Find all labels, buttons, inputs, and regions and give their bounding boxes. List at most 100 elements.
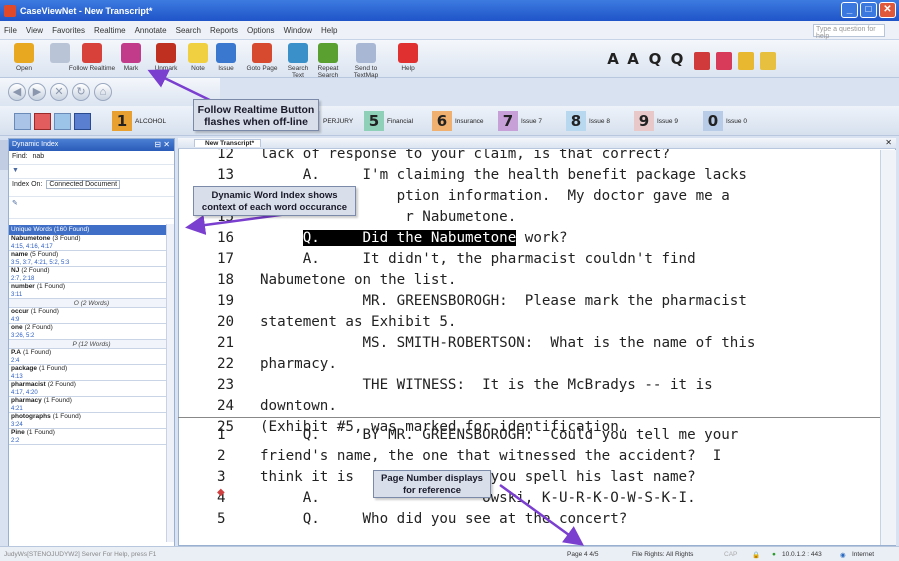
transcript-line[interactable]: 16 Q. Did the Nabumetone work? [179,228,881,249]
options-icon[interactable]: ✎ [12,200,18,207]
word-entry[interactable]: name (5 Found) [9,251,174,259]
issue-button-6[interactable]: 6 Insurance [432,110,484,132]
transcript-line[interactable]: 3 think it is you spell his last name? [179,467,881,488]
find-input[interactable]: nab [33,153,45,160]
font-tool-1-icon[interactable]: A [624,50,642,70]
transcript-line[interactable]: 2 friend's name, the one that witnessed t… [179,446,881,467]
shade-icon[interactable] [54,112,71,130]
help-search-input[interactable]: Type a question for help [813,24,885,40]
word-page-links[interactable]: 2:4 [9,357,174,365]
word-entry[interactable]: one (2 Found) [9,324,174,332]
issue-button-9[interactable]: 9 Issue 9 [634,110,678,132]
transcript-line[interactable]: 5 Q. Who did you see at the concert? [179,509,881,530]
eraser-icon[interactable] [716,52,732,70]
word-page-links[interactable]: 3:26, 5:2 [9,332,174,340]
index-scrollbar[interactable] [166,224,174,542]
search-text-button[interactable]: Search Text [282,43,314,79]
document-scrollbar[interactable] [880,150,896,545]
filter-icon[interactable]: ▼ [12,167,19,174]
index-on-select[interactable]: Connected Document [46,180,121,189]
word-entry[interactable]: Nabumetone (3 Found) [9,235,174,243]
font-tool-0-icon[interactable]: A [604,50,622,70]
transcript-line[interactable]: 17 A. It didn't, the pharmacist couldn't… [179,249,881,270]
menu-item-reports[interactable]: Reports [210,26,238,35]
word-page-links[interactable]: 2:2 [9,437,174,445]
repeat-search-button[interactable]: Repeat Search [312,43,344,79]
annotation-marker-icon[interactable]: ◆ [217,487,225,498]
menu-item-window[interactable]: Window [284,26,312,35]
menu-item-search[interactable]: Search [176,26,201,35]
help-button[interactable]: Help [392,43,424,72]
word-entry[interactable]: P.A (1 Found) [9,349,174,357]
menu-item-help[interactable]: Help [321,26,337,35]
close-button[interactable]: ✕ [879,2,896,18]
transcript-line[interactable]: 4 A. owski, K-U-R-K-O-W-S-K-I. [179,488,881,509]
menu-item-view[interactable]: View [26,26,43,35]
clipboard-icon[interactable] [738,52,754,70]
word-page-links[interactable]: 3:24 [9,421,174,429]
tab-new-transcript[interactable]: New Transcript* [194,139,262,147]
word-page-links[interactable]: 4:21 [9,405,174,413]
marker-icon[interactable] [34,112,51,130]
word-text: Nabumetone [11,235,51,242]
menu-item-file[interactable]: File [4,26,17,35]
report-icon[interactable] [760,52,776,70]
transcript-line[interactable]: 18 Nabumetone on the list. [179,270,881,291]
document-close-icon[interactable]: ✕ [885,138,892,147]
folder-button[interactable]: Open [8,43,40,72]
transcript-line[interactable]: 20 statement as Exhibit 5. [179,312,881,333]
word-entry[interactable]: package (1 Found) [9,365,174,373]
issue-button-7[interactable]: 7 Issue 7 [498,110,542,132]
goto-page-button[interactable]: Goto Page [246,43,278,72]
menu-item-favorites[interactable]: Favorites [52,26,85,35]
transcript-line[interactable]: 24 downtown. [179,396,881,417]
mark-button[interactable]: Mark [115,43,147,72]
word-page-links[interactable]: 4:9 [9,316,174,324]
menu-item-annotate[interactable]: Annotate [135,26,167,35]
menu-item-realtime[interactable]: Realtime [94,26,126,35]
refresh-icon[interactable]: ↻ [72,83,90,101]
transcript-line[interactable]: 1 Q. BY MR. GREENSBOROGH: Could you tell… [179,425,881,446]
back-icon[interactable]: ◀ [8,83,26,101]
forward-icon[interactable]: ▶ [28,83,46,101]
menu-item-options[interactable]: Options [247,26,275,35]
word-entry[interactable]: pharmacist (2 Found) [9,381,174,389]
stop-icon[interactable]: ✕ [50,83,68,101]
textmap-button[interactable]: Send to TextMap [350,43,382,79]
side-tab[interactable] [0,140,8,170]
unmark-button[interactable]: Unmark [150,43,182,72]
issue-button-5[interactable]: 5 Financial [364,110,413,132]
highlight-icon[interactable] [14,112,31,130]
word-page-links[interactable]: 4:13 [9,373,174,381]
panel-close-icon[interactable]: ⊟ ✕ [154,139,170,151]
word-page-links[interactable]: 3:11 [9,291,174,299]
home-icon[interactable]: ⌂ [94,83,112,101]
font-tool-2-icon[interactable]: Q [646,50,664,70]
word-entry[interactable]: NJ (2 Found) [9,267,174,275]
transcript-line[interactable]: 19 MR. GREENSBOROGH: Please mark the pha… [179,291,881,312]
pen-icon[interactable] [74,112,91,130]
transcript-line[interactable]: 21 MS. SMITH-ROBERTSON: What is the name… [179,333,881,354]
word-entry[interactable]: number (1 Found) [9,283,174,291]
word-entry[interactable]: Pine (1 Found) [9,429,174,437]
line-number: 3 [217,469,226,485]
issue-button-0[interactable]: 0 Issue 0 [703,110,747,132]
issue-button[interactable]: Issue [210,43,242,72]
issue-button-1[interactable]: 1 ALCOHOL [112,110,166,132]
transcript-line[interactable]: 22 pharmacy. [179,354,881,375]
word-entry[interactable]: pharmacy (1 Found) [9,397,174,405]
maximize-button[interactable]: □ [860,2,877,18]
word-page-links[interactable]: 3:5, 3:7, 4:21, 5:2, 5:3 [9,259,174,267]
word-page-links[interactable]: 2:7, 2:18 [9,275,174,283]
transcript-line[interactable]: 23 THE WITNESS: It is the McBradys -- it… [179,375,881,396]
follow-realtime-button[interactable]: Follow Realtime [68,43,116,72]
word-page-links[interactable]: 4:15, 4:16, 4:17 [9,243,174,251]
minimize-button[interactable]: _ [841,2,858,18]
word-page-links[interactable]: 4:17, 4:20 [9,389,174,397]
word-entry[interactable]: photographs (1 Found) [9,413,174,421]
issue-button-8[interactable]: 8 Issue 8 [566,110,610,132]
transcript-line[interactable]: 13 A. I'm claiming the health benefit pa… [179,165,881,186]
font-tool-3-icon[interactable]: Q [668,50,686,70]
word-entry[interactable]: occur (1 Found) [9,308,174,316]
pencil-icon[interactable] [694,52,710,70]
